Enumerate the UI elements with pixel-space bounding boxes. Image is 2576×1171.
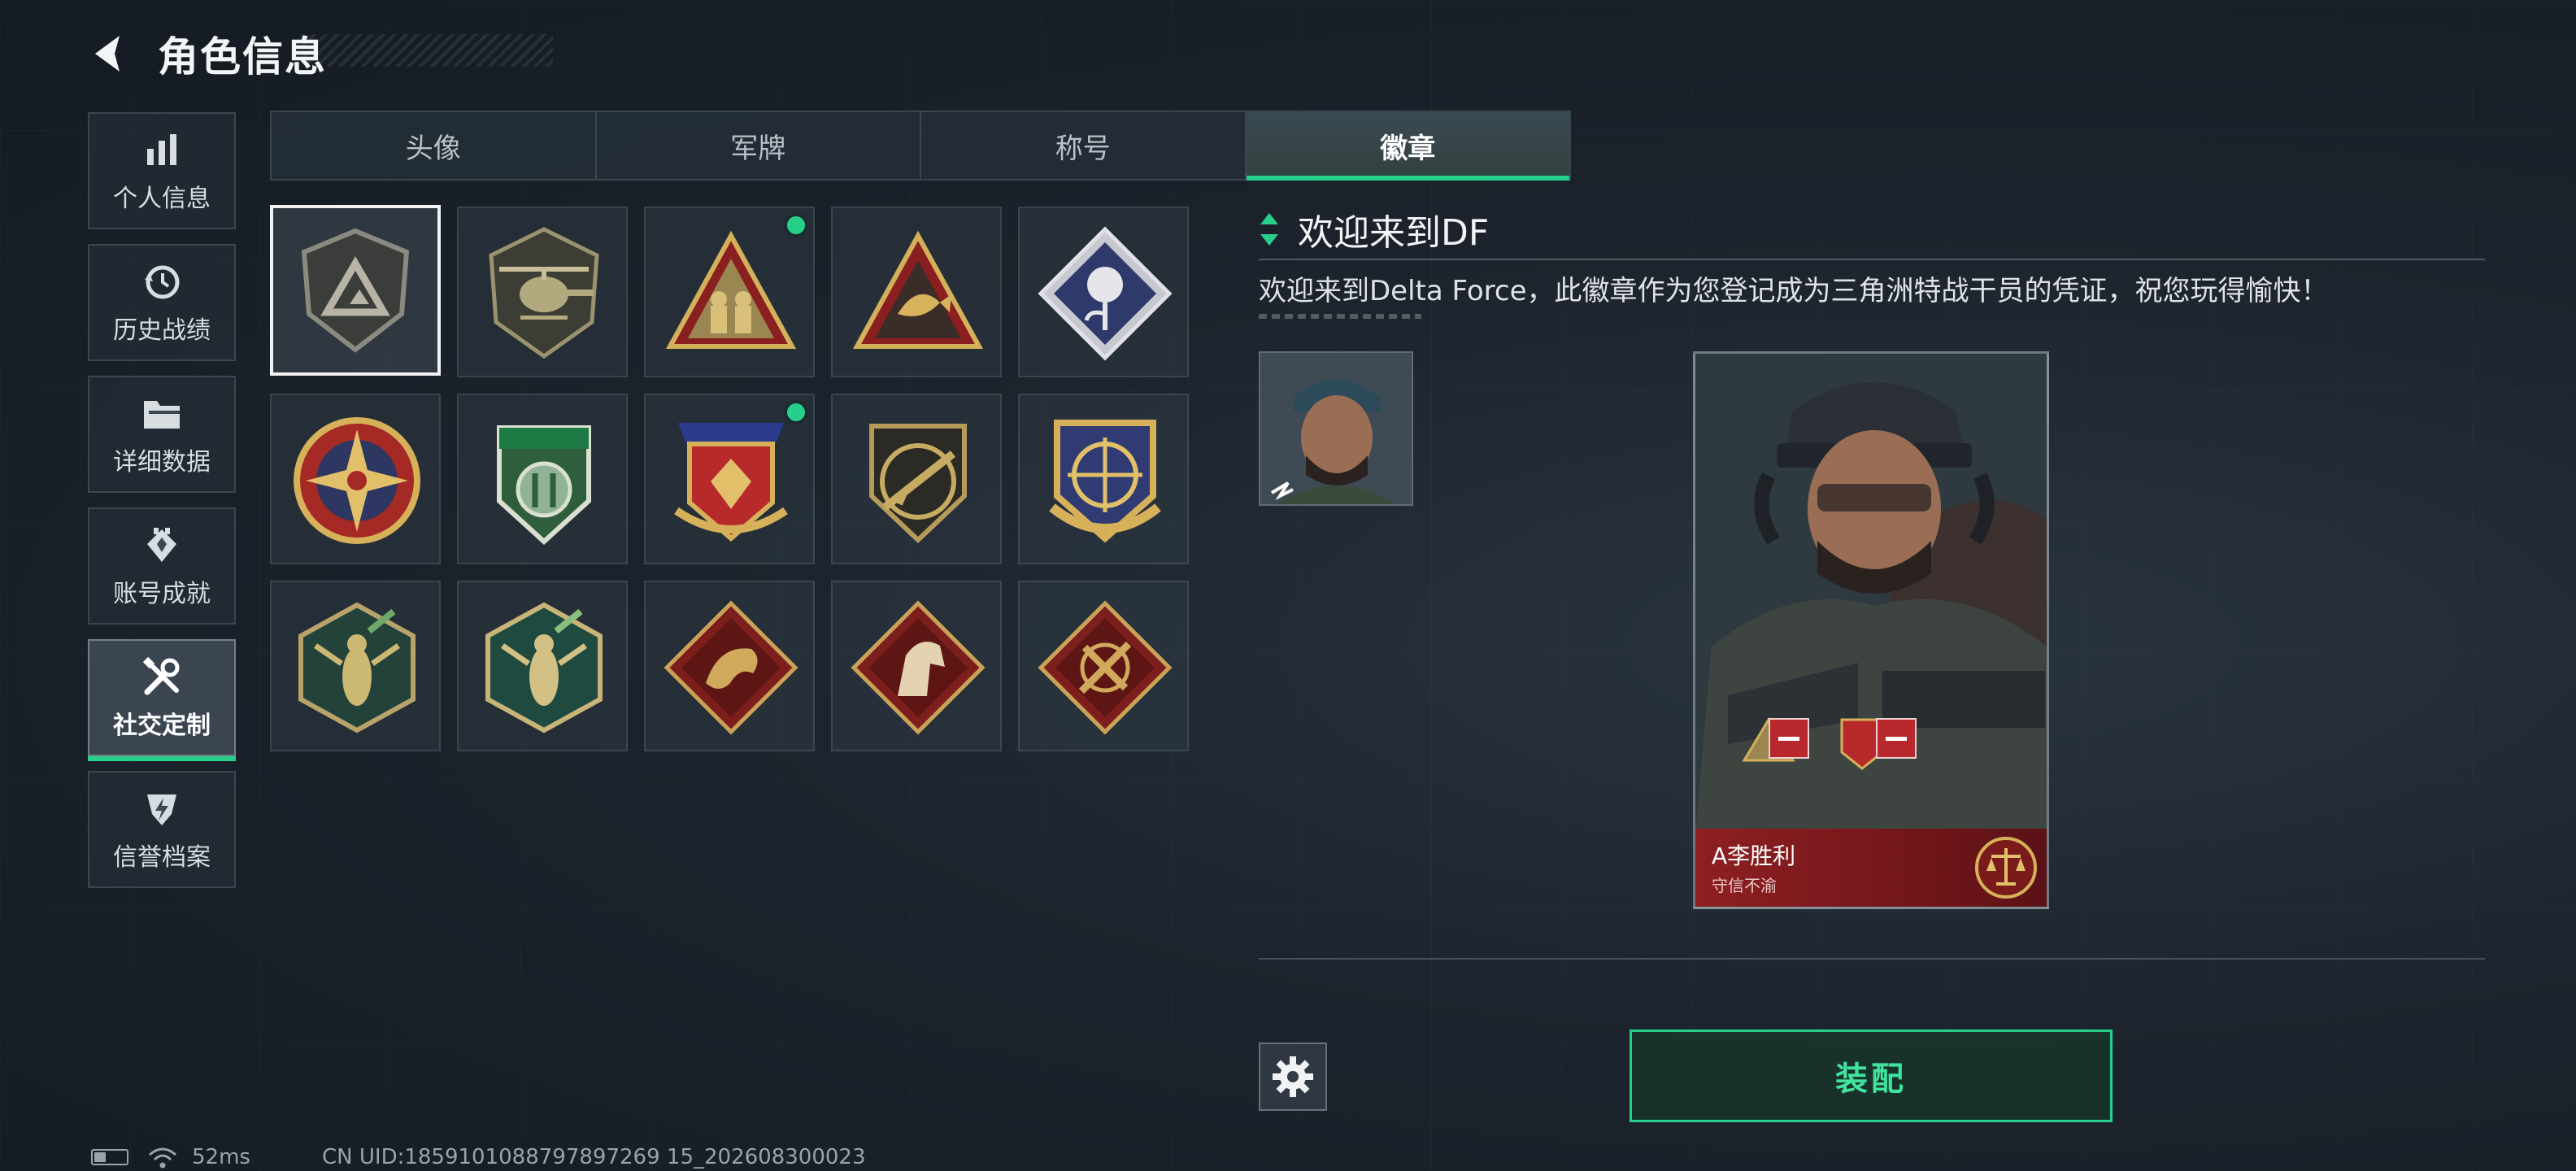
sidebar-item-detailed-data[interactable]: 详细数据 bbox=[88, 376, 236, 493]
divider bbox=[1259, 958, 2485, 960]
tools-icon bbox=[141, 655, 183, 700]
description-decoration bbox=[1259, 314, 1421, 319]
sidebar-item-label: 个人信息 bbox=[113, 185, 211, 213]
bar-chart-icon bbox=[142, 128, 181, 173]
player-name: A李胜利 bbox=[1712, 842, 1796, 869]
operator-illustration-icon bbox=[1695, 354, 2047, 834]
folder-icon bbox=[141, 391, 183, 437]
new-indicator-dot bbox=[784, 400, 808, 424]
badge-cell[interactable] bbox=[457, 394, 628, 564]
badge-title: 欢迎来到DF bbox=[1298, 212, 1490, 254]
category-tabs: 头像 军牌 称号 徽章 bbox=[270, 111, 1571, 181]
badge-cell[interactable] bbox=[270, 394, 441, 564]
tab-badge[interactable]: 徽章 bbox=[1246, 112, 1569, 181]
delta-shield-badge-icon bbox=[301, 228, 410, 353]
sidebar-item-label: 信誉档案 bbox=[113, 843, 211, 872]
badge-description: 欢迎来到Delta Force，此徽章作为您登记成为三角洲特战干员的凭证，祝您玩… bbox=[1259, 275, 2329, 307]
tools-diamond-badge-icon bbox=[1038, 600, 1173, 735]
back-button[interactable] bbox=[81, 25, 138, 82]
badge-cell[interactable] bbox=[270, 205, 441, 376]
badge-cell[interactable] bbox=[644, 581, 815, 751]
remove-badge-2-button[interactable] bbox=[1876, 718, 1917, 759]
badge-cell[interactable] bbox=[831, 394, 1002, 564]
sidebar-item-label: 详细数据 bbox=[113, 448, 211, 477]
status-bar: 52ms bbox=[91, 1145, 250, 1169]
sidebar-item-match-history[interactable]: 历史战绩 bbox=[88, 244, 236, 361]
tab-title[interactable]: 称号 bbox=[921, 112, 1247, 179]
card-name-bar: A李胜利 守信不渝 bbox=[1695, 829, 2047, 907]
helicopter-badge-icon bbox=[489, 227, 599, 359]
uid-text: CN UID:1859101088797897269 15_2026083000… bbox=[322, 1145, 866, 1169]
wifi-icon bbox=[149, 1147, 176, 1169]
fish-triangle-badge-icon bbox=[852, 230, 984, 349]
sidebar-item-achievements[interactable]: 账号成就 bbox=[88, 507, 236, 625]
divider bbox=[1259, 259, 2485, 260]
badge-cell[interactable] bbox=[644, 394, 815, 564]
new-indicator-dot bbox=[784, 213, 808, 237]
soldiers-triangle-badge-icon bbox=[665, 230, 797, 349]
badge-cell[interactable] bbox=[831, 207, 1002, 377]
gear-icon bbox=[1273, 1056, 1313, 1097]
badge-cell[interactable] bbox=[1018, 581, 1189, 751]
badge-cell[interactable] bbox=[644, 207, 815, 377]
back-arrow-icon bbox=[95, 36, 120, 72]
scales-emblem-icon bbox=[1975, 837, 2037, 899]
badge-cell[interactable] bbox=[457, 207, 628, 377]
remove-badge-1-button[interactable] bbox=[1769, 718, 1809, 759]
chevron-updown-icon bbox=[1260, 213, 1278, 246]
battery-icon bbox=[91, 1149, 128, 1165]
equip-button[interactable]: 装配 bbox=[1630, 1030, 2113, 1122]
sidebar-item-credit-record[interactable]: 信誉档案 bbox=[88, 771, 236, 888]
sidebar-item-personal-info[interactable]: 个人信息 bbox=[88, 112, 236, 229]
tab-dogtag[interactable]: 军牌 bbox=[597, 112, 921, 179]
badge-cell[interactable] bbox=[1018, 207, 1189, 377]
wasp-hexagon-green-badge-icon bbox=[485, 602, 603, 734]
history-clock-icon bbox=[141, 259, 182, 305]
tab-avatar[interactable]: 头像 bbox=[272, 112, 597, 179]
sidebar-item-social-custom[interactable]: 社交定制 bbox=[88, 639, 236, 761]
sidebar-item-label: 社交定制 bbox=[113, 712, 211, 740]
green-crest-badge-icon bbox=[497, 425, 591, 546]
operator-portrait-icon bbox=[1260, 353, 1412, 504]
sidebar-item-label: 账号成就 bbox=[113, 580, 211, 608]
badge-detail-header: 欢迎来到DF bbox=[1259, 203, 1489, 255]
star-compass-badge-icon bbox=[294, 417, 420, 544]
dragon-diamond-badge-icon bbox=[664, 600, 798, 735]
sidebar-item-label: 历史战绩 bbox=[113, 316, 211, 345]
avatar-thumbnail[interactable] bbox=[1259, 351, 1413, 506]
rifle-badge-icon bbox=[869, 424, 967, 544]
rose-diamond-badge-icon bbox=[1038, 226, 1173, 361]
shield-lightning-icon bbox=[142, 786, 181, 832]
player-subtitle: 守信不渝 bbox=[1712, 876, 1777, 895]
achievement-icon bbox=[142, 523, 181, 568]
ping-value: 52ms bbox=[192, 1145, 250, 1169]
horse-diamond-badge-icon bbox=[851, 600, 986, 735]
header: 角色信息 bbox=[81, 23, 327, 85]
title-decoration bbox=[301, 34, 553, 67]
badge-cell[interactable] bbox=[1018, 394, 1189, 564]
wasp-hexagon-badge-icon bbox=[298, 602, 416, 734]
settings-button[interactable] bbox=[1259, 1043, 1327, 1111]
badge-cell[interactable] bbox=[270, 581, 441, 751]
character-card: A李胜利 守信不渝 bbox=[1693, 351, 2049, 909]
badge-cell[interactable] bbox=[457, 581, 628, 751]
badge-cell[interactable] bbox=[831, 581, 1002, 751]
crosshair-crest-badge-icon bbox=[1049, 420, 1161, 543]
red-crest-badge-icon bbox=[674, 423, 788, 542]
